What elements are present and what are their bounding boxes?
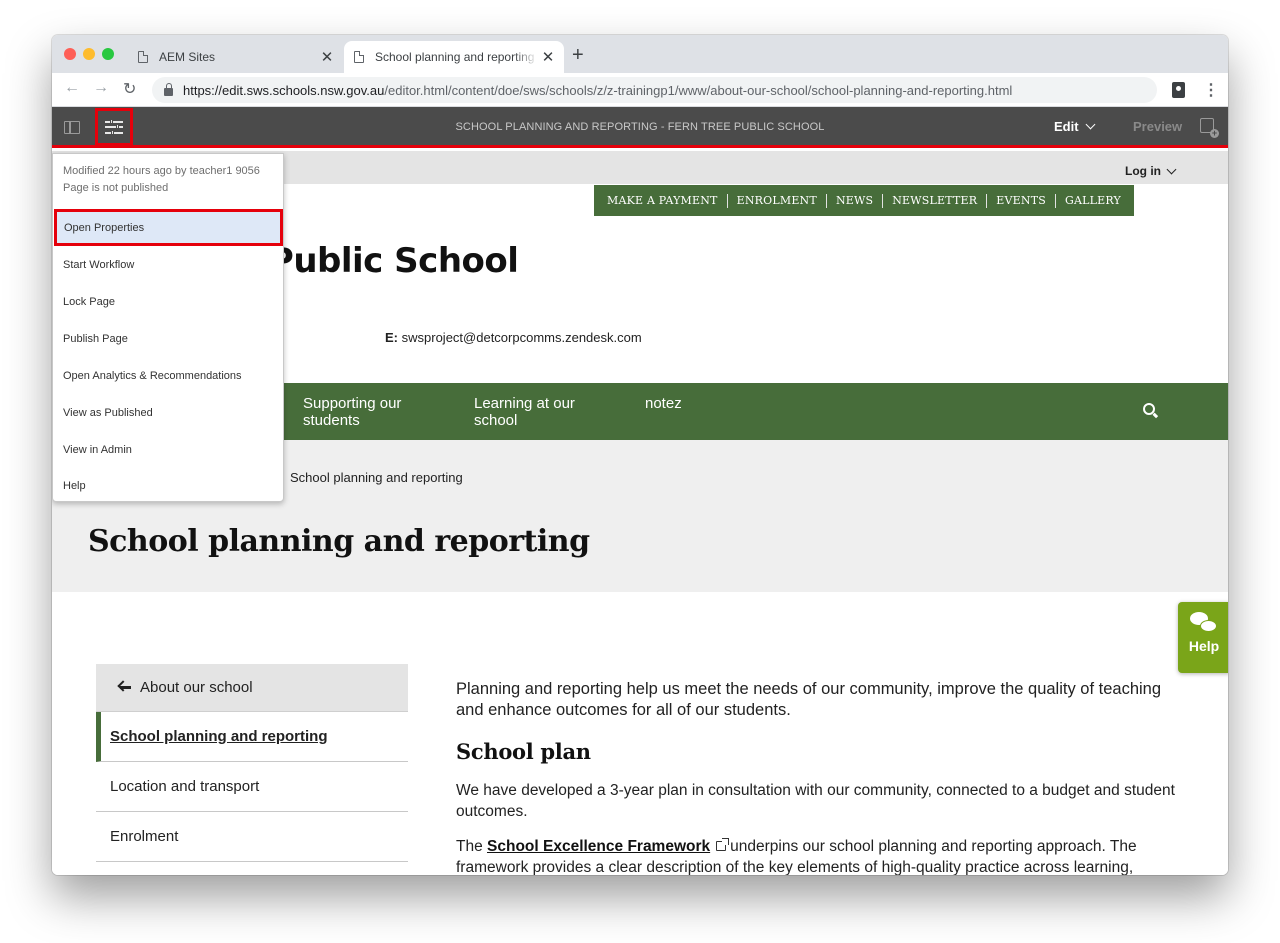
quicklink-news[interactable]: NEWS bbox=[827, 193, 884, 208]
chat-bubbles-icon bbox=[1190, 612, 1218, 636]
login-dropdown[interactable]: Log in bbox=[1125, 164, 1177, 178]
back-button[interactable]: ← bbox=[64, 79, 80, 97]
sidenav-back-label: About our school bbox=[140, 679, 253, 696]
school-excellence-framework-link[interactable]: School Excellence Framework bbox=[487, 838, 710, 855]
new-tab-button[interactable]: + bbox=[572, 44, 584, 67]
menu-item-open-properties[interactable]: Open Properties bbox=[54, 209, 283, 246]
sidenav-back-about-our-school[interactable]: About our school bbox=[96, 664, 408, 712]
search-icon[interactable] bbox=[1143, 403, 1155, 415]
tab-title: School planning and reporting - Fern Tre… bbox=[375, 50, 538, 64]
school-plan-paragraph: We have developed a 3-year plan in consu… bbox=[456, 782, 1175, 820]
sidenav-item-school-planning[interactable]: School planning and reporting bbox=[96, 712, 408, 762]
quicklink-enrolment[interactable]: ENROLMENT bbox=[728, 193, 827, 208]
chevron-down-icon bbox=[1085, 119, 1096, 130]
forward-button[interactable]: → bbox=[93, 79, 109, 97]
section-side-nav: About our school School planning and rep… bbox=[96, 664, 408, 875]
address-bar[interactable]: https://edit.sws.schools.nsw.gov.au/edit… bbox=[152, 77, 1157, 103]
menu-item-view-in-admin[interactable]: View in Admin bbox=[53, 431, 283, 468]
main-content: Planning and reporting help us meet the … bbox=[456, 679, 1176, 875]
quick-links: MAKE A PAYMENT ENROLMENT NEWS NEWSLETTER… bbox=[594, 185, 1134, 216]
browser-menu-icon[interactable]: ⋮ bbox=[1203, 80, 1219, 100]
tab-school-planning[interactable]: School planning and reporting - Fern Tre… bbox=[344, 41, 564, 73]
quicklink-make-a-payment[interactable]: MAKE A PAYMENT bbox=[598, 193, 728, 208]
quicklink-gallery[interactable]: GALLERY bbox=[1056, 194, 1130, 208]
maximize-window-button[interactable] bbox=[102, 48, 114, 60]
menu-item-start-workflow[interactable]: Start Workflow bbox=[53, 246, 283, 283]
nav-notez[interactable]: notez bbox=[645, 395, 682, 412]
annotate-icon[interactable] bbox=[1200, 118, 1219, 138]
aem-page-title: SCHOOL PLANNING AND REPORTING - FERN TRE… bbox=[455, 121, 825, 133]
close-tab-icon[interactable]: ✕ bbox=[538, 48, 558, 66]
quicklink-newsletter[interactable]: NEWSLETTER bbox=[883, 193, 988, 208]
menu-item-lock-page[interactable]: Lock Page bbox=[53, 283, 283, 320]
help-button[interactable]: Help bbox=[1178, 602, 1228, 673]
document-icon bbox=[354, 51, 364, 63]
tab-strip: AEM Sites ✕ School planning and reportin… bbox=[52, 35, 1228, 73]
publish-status: Page is not published bbox=[63, 182, 169, 194]
quicklink-events[interactable]: EVENTS bbox=[987, 193, 1056, 208]
sidenav-item-location-transport[interactable]: Location and transport bbox=[96, 762, 408, 812]
nav-supporting-our-students[interactable]: Supporting our students bbox=[303, 395, 401, 429]
menu-item-open-analytics[interactable]: Open Analytics & Recommendations bbox=[53, 357, 283, 394]
page-title: School planning and reporting bbox=[88, 524, 590, 559]
sidenav-item-financial-contributions[interactable]: Financial contributions and assistance bbox=[96, 862, 336, 875]
menu-item-publish-page[interactable]: Publish Page bbox=[53, 320, 283, 357]
nav-learning-at-our-school[interactable]: Learning at our school bbox=[474, 395, 575, 429]
menu-item-help[interactable]: Help bbox=[53, 467, 283, 504]
edit-mode-label: Edit bbox=[1054, 119, 1079, 134]
intro-paragraph: Planning and reporting help us meet the … bbox=[456, 680, 1162, 719]
arrow-left-icon bbox=[120, 686, 131, 689]
help-label: Help bbox=[1188, 638, 1220, 654]
framework-paragraph: The School Excellence Framework underpins… bbox=[456, 838, 1137, 875]
minimize-window-button[interactable] bbox=[83, 48, 95, 60]
tab-title: AEM Sites bbox=[159, 50, 216, 64]
school-email[interactable]: E: swsproject@detcorpcomms.zendesk.com bbox=[385, 330, 642, 345]
menu-item-view-as-published[interactable]: View as Published bbox=[53, 394, 283, 431]
breadcrumb-current: School planning and reporting bbox=[290, 470, 463, 485]
modified-info: Modified 22 hours ago by teacher1 9056 bbox=[63, 165, 260, 177]
page-information-menu: Modified 22 hours ago by teacher1 9056 P… bbox=[52, 153, 284, 502]
browser-toolbar: ← → ↻ https://edit.sws.schools.nsw.gov.a… bbox=[52, 73, 1228, 107]
lock-icon bbox=[164, 83, 173, 96]
school-plan-heading: School plan bbox=[456, 739, 591, 764]
close-window-button[interactable] bbox=[64, 48, 76, 60]
chevron-down-icon bbox=[1166, 164, 1177, 174]
browser-window: AEM Sites ✕ School planning and reportin… bbox=[52, 35, 1228, 875]
url-path: /editor.html/content/doe/sws/schools/z/z… bbox=[384, 82, 1013, 98]
external-link-icon bbox=[716, 838, 730, 851]
login-label: Log in bbox=[1125, 164, 1161, 178]
sidenav-item-enrolment[interactable]: Enrolment bbox=[96, 812, 408, 862]
aem-editor-toolbar: SCHOOL PLANNING AND REPORTING - FERN TRE… bbox=[52, 107, 1228, 148]
edit-mode-selector[interactable]: Edit bbox=[1054, 119, 1096, 134]
extension-clipboard-icon[interactable] bbox=[1172, 82, 1185, 98]
document-icon bbox=[138, 51, 148, 63]
url-text: https://edit.sws.schools.nsw.gov.au/edit… bbox=[183, 83, 1012, 98]
url-host: https://edit.sws.schools.nsw.gov.au bbox=[183, 82, 385, 98]
close-tab-icon[interactable]: ✕ bbox=[317, 48, 337, 66]
page-meta: Modified 22 hours ago by teacher1 9056 P… bbox=[53, 154, 283, 197]
reload-button[interactable]: ↻ bbox=[123, 79, 136, 99]
tab-aem-sites[interactable]: AEM Sites ✕ bbox=[128, 41, 343, 73]
preview-button[interactable]: Preview bbox=[1133, 119, 1182, 134]
